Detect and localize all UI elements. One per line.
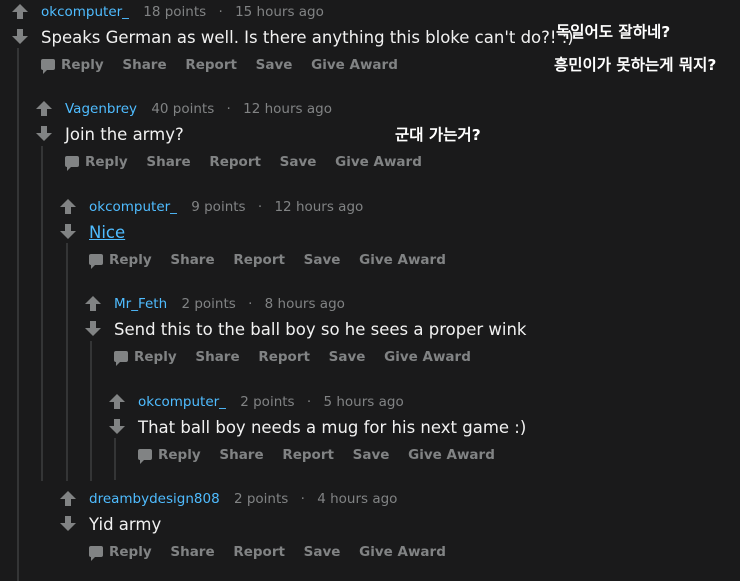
translation-annotation: 독일어도 잘하네? xyxy=(556,23,671,41)
separator-dot: · xyxy=(226,101,231,117)
reply-button[interactable]: Reply xyxy=(65,152,128,172)
comment-meta: Mr_Feth 2 points · 8 hours ago xyxy=(114,294,526,314)
thread-line[interactable] xyxy=(66,243,68,481)
comment-actions: Reply Share Report Save Give Award xyxy=(138,445,526,465)
comment-actions: Reply Share Report Save Give Award xyxy=(114,347,526,367)
separator-dot: · xyxy=(306,394,312,410)
reply-button[interactable]: Reply xyxy=(89,250,152,270)
comment-author[interactable]: Vagenbrey xyxy=(65,101,137,117)
comment-points: 2 points xyxy=(233,491,289,507)
comment-time[interactable]: 8 hours ago xyxy=(265,296,345,312)
comment-body: Yid army xyxy=(89,515,162,534)
give-award-button[interactable]: Give Award xyxy=(311,57,398,73)
give-award-button[interactable]: Give Award xyxy=(359,544,446,560)
separator-dot: · xyxy=(218,4,223,20)
share-button[interactable]: Share xyxy=(146,154,190,170)
save-button[interactable]: Save xyxy=(304,252,341,268)
comment-points: 9 points xyxy=(191,199,246,215)
comment: okcomputer_ 2 points · 5 hours ago That … xyxy=(109,392,527,465)
report-button[interactable]: Report xyxy=(185,57,237,73)
reply-button[interactable]: Reply xyxy=(41,55,104,75)
thread-line[interactable] xyxy=(17,48,19,581)
share-button[interactable]: Share xyxy=(170,252,214,268)
give-award-button[interactable]: Give Award xyxy=(359,252,446,268)
save-button[interactable]: Save xyxy=(280,154,317,170)
reply-label: Reply xyxy=(109,252,152,268)
comment-meta: dreambydesign808 2 points · 4 hours ago xyxy=(89,489,460,509)
report-button[interactable]: Report xyxy=(282,447,334,463)
reply-label: Reply xyxy=(109,544,152,560)
report-button[interactable]: Report xyxy=(233,544,285,560)
save-button[interactable]: Save xyxy=(353,447,390,463)
comment-body: That ball boy needs a mug for his next g… xyxy=(138,418,527,437)
report-button[interactable]: Report xyxy=(233,252,285,268)
comment-bubble-icon xyxy=(41,59,55,74)
comment-meta: okcomputer_ 2 points · 5 hours ago xyxy=(138,392,526,412)
comment: Mr_Feth 2 points · 8 hours ago Send this… xyxy=(85,294,527,367)
separator-dot: · xyxy=(300,491,305,507)
comment-bubble-icon xyxy=(114,351,128,366)
thread-line[interactable] xyxy=(90,341,92,481)
give-award-button[interactable]: Give Award xyxy=(408,447,495,463)
report-button[interactable]: Report xyxy=(258,349,310,365)
comment-actions: Reply Share Report Save Give Award xyxy=(41,55,574,75)
reply-button[interactable]: Reply xyxy=(89,542,152,562)
separator-dot: · xyxy=(257,199,263,215)
save-button[interactable]: Save xyxy=(256,57,293,73)
comment: Vagenbrey 40 points · 12 hours ago Join … xyxy=(36,99,436,172)
comment-author[interactable]: okcomputer_ xyxy=(41,4,129,20)
comment-body: Speaks German as well. Is there anything… xyxy=(41,28,574,47)
comment-meta: okcomputer_ 9 points · 12 hours ago xyxy=(89,197,460,217)
comment: okcomputer_ 9 points · 12 hours ago Nice… xyxy=(60,197,460,270)
comment-body-link[interactable]: Nice xyxy=(89,222,460,244)
comment-points: 18 points xyxy=(143,4,207,20)
translation-annotation: 흥민이가 못하는게 뭐지? xyxy=(554,56,717,74)
give-award-button[interactable]: Give Award xyxy=(335,154,422,170)
thread-line[interactable] xyxy=(41,146,43,481)
comment-author[interactable]: dreambydesign808 xyxy=(89,491,220,507)
comment-points: 2 points xyxy=(240,394,295,410)
comment-actions: Reply Share Report Save Give Award xyxy=(89,250,460,270)
share-button[interactable]: Share xyxy=(170,544,214,560)
comment-bubble-icon xyxy=(89,546,103,561)
comment-time[interactable]: 5 hours ago xyxy=(323,394,403,410)
share-button[interactable]: Share xyxy=(195,349,239,365)
comment-bubble-icon xyxy=(138,449,152,464)
comment-actions: Reply Share Report Save Give Award xyxy=(65,152,436,172)
reply-label: Reply xyxy=(158,447,201,463)
share-button[interactable]: Share xyxy=(122,57,166,73)
reply-label: Reply xyxy=(61,57,104,73)
comment-points: 40 points xyxy=(151,101,215,117)
comment-actions: Reply Share Report Save Give Award xyxy=(89,542,460,562)
comment-time[interactable]: 12 hours ago xyxy=(274,199,363,215)
comment-meta: Vagenbrey 40 points · 12 hours ago xyxy=(65,99,436,119)
comment-body: Send this to the ball boy so he sees a p… xyxy=(114,320,527,339)
comment-bubble-icon xyxy=(65,156,79,171)
reply-button[interactable]: Reply xyxy=(114,347,177,367)
save-button[interactable]: Save xyxy=(304,544,341,560)
thread-line[interactable] xyxy=(114,438,116,480)
reply-label: Reply xyxy=(134,349,177,365)
report-button[interactable]: Report xyxy=(209,154,261,170)
reply-label: Reply xyxy=(85,154,128,170)
share-button[interactable]: Share xyxy=(219,447,263,463)
comment-meta: okcomputer_ 18 points · 15 hours ago xyxy=(41,2,574,22)
separator-dot: · xyxy=(248,296,253,312)
comment-author[interactable]: okcomputer_ xyxy=(89,199,177,215)
translation-annotation: 군대 가는거? xyxy=(395,126,481,144)
comment-author[interactable]: Mr_Feth xyxy=(114,296,167,312)
comment-time[interactable]: 15 hours ago xyxy=(235,4,324,20)
give-award-button[interactable]: Give Award xyxy=(384,349,471,365)
comment-body: Join the army? xyxy=(65,125,184,144)
comment-bubble-icon xyxy=(89,254,103,269)
reply-button[interactable]: Reply xyxy=(138,445,201,465)
comment-points: 2 points xyxy=(181,296,236,312)
comment: okcomputer_ 18 points · 15 hours ago Spe… xyxy=(12,2,574,75)
comment-time[interactable]: 4 hours ago xyxy=(317,491,397,507)
comment-time[interactable]: 12 hours ago xyxy=(243,101,332,117)
comment-author[interactable]: okcomputer_ xyxy=(138,394,226,410)
comment: dreambydesign808 2 points · 4 hours ago … xyxy=(60,489,460,562)
save-button[interactable]: Save xyxy=(329,349,366,365)
